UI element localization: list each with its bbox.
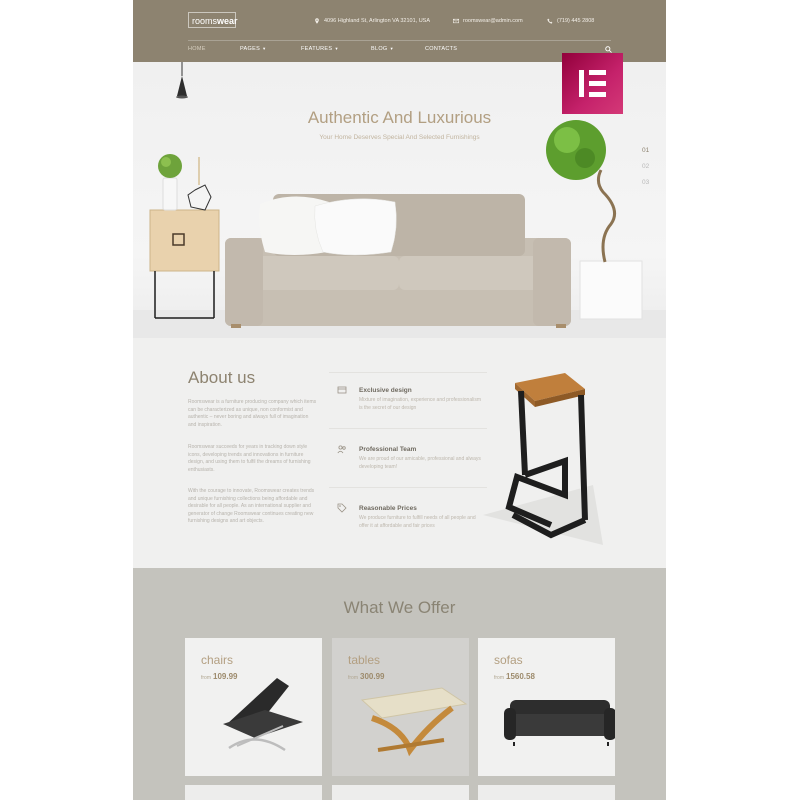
logo-bold: wear xyxy=(217,16,238,26)
bar-stool-image xyxy=(483,373,603,545)
phone-icon xyxy=(547,18,553,24)
nav-blog-label: BLOG xyxy=(371,46,388,52)
nav-contacts[interactable]: CONTACTS xyxy=(425,46,457,52)
mail-icon xyxy=(453,18,459,23)
feature-divider xyxy=(329,372,487,373)
feature-title: Reasonable Prices xyxy=(359,505,417,512)
about-paragraph-1: Roomswear is a furniture producing compa… xyxy=(188,399,317,428)
email-text: roomswear@admin.com xyxy=(463,18,523,24)
nav-pages-label: PAGES xyxy=(240,46,261,52)
product-card-chairs[interactable]: chairs from 109.99 xyxy=(185,638,322,776)
nav-home[interactable]: HOME xyxy=(188,46,206,52)
price-tag-icon xyxy=(337,503,347,513)
slide-indicator-1[interactable]: 01 xyxy=(642,147,649,154)
address: 4096 Highland St, Arlington VA 32101, US… xyxy=(314,17,430,25)
team-icon xyxy=(337,445,346,454)
feature-text: Mixture of imagination, experience and p… xyxy=(359,397,482,411)
feature-divider xyxy=(329,428,487,429)
table-image xyxy=(360,687,468,757)
elementor-logo xyxy=(562,53,623,114)
logo[interactable]: roomswear xyxy=(188,12,238,28)
product-card-sofas[interactable]: sofas from 1560.58 xyxy=(478,638,615,776)
nav-blog[interactable]: BLOG ▾ xyxy=(371,46,393,52)
feature-title: Professional Team xyxy=(359,446,417,453)
chair-image xyxy=(223,678,303,752)
about-paragraph-3: With the courage to innovate, Roomswear … xyxy=(188,488,315,525)
slide-indicator-3[interactable]: 03 xyxy=(642,179,649,186)
chevron-down-icon: ▾ xyxy=(390,46,394,51)
elementor-logo-bar xyxy=(589,92,606,97)
search-icon[interactable] xyxy=(605,46,612,53)
nav-features[interactable]: FEATURES ▾ xyxy=(301,46,338,52)
address-text: 4096 Highland St, Arlington VA 32101, US… xyxy=(324,18,430,24)
design-icon xyxy=(337,386,347,394)
header-divider xyxy=(188,40,611,41)
feature-divider xyxy=(329,487,487,488)
elementor-logo-bar xyxy=(579,70,584,97)
landing-page: roomswear 4096 Highland St, Arlington VA… xyxy=(133,0,666,800)
phone[interactable]: (719) 445 2808 xyxy=(547,17,594,25)
pin-icon xyxy=(315,17,319,24)
elementor-logo-bar xyxy=(589,70,606,75)
offer-title: What We Offer xyxy=(343,598,456,617)
feature-title: Exclusive design xyxy=(359,387,412,394)
logo-light: rooms xyxy=(192,16,218,26)
nav-contacts-label: CONTACTS xyxy=(425,46,458,52)
feature-text: We produce furniture to fulfill needs of… xyxy=(359,515,476,529)
email[interactable]: roomswear@admin.com xyxy=(453,17,523,25)
product-card-partial[interactable] xyxy=(185,785,322,800)
product-card-partial[interactable] xyxy=(332,785,469,800)
chevron-down-icon: ▾ xyxy=(263,46,266,51)
phone-text: (719) 445 2808 xyxy=(557,18,595,24)
about-paragraph-2: Roomswear succeeds for years in tracking… xyxy=(188,444,311,473)
slide-indicator-2[interactable]: 02 xyxy=(642,163,649,170)
nav-pages[interactable]: PAGES ▾ xyxy=(240,46,266,52)
nav-home-label: HOME xyxy=(188,46,206,52)
sofa-image xyxy=(504,700,615,746)
chevron-down-icon: ▾ xyxy=(335,46,338,51)
hero-subtitle: Your Home Deserves Special And Selected … xyxy=(319,134,480,141)
elementor-logo-bar xyxy=(589,81,606,86)
about-title: About us xyxy=(188,368,256,387)
product-card-partial[interactable] xyxy=(478,785,615,800)
product-card-tables[interactable]: tables from 300.99 xyxy=(332,638,469,776)
feature-text: We are proud of our amicable, profession… xyxy=(359,456,481,470)
nav-features-label: FEATURES xyxy=(301,46,333,52)
